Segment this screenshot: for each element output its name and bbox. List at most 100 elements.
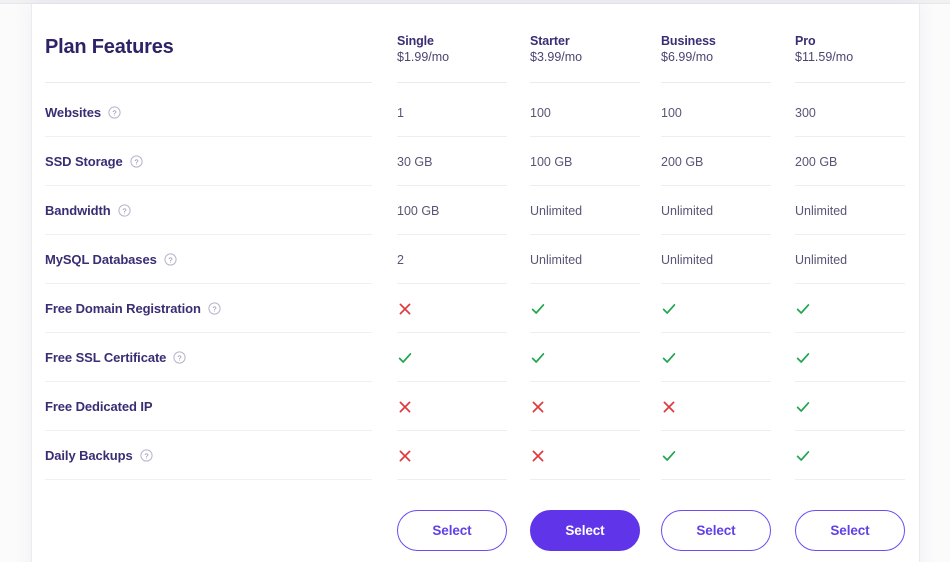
check-icon [661, 350, 677, 366]
feature-label: Free Dedicated IP [45, 399, 153, 414]
feature-label-cell: Free SSL Certificate? [45, 333, 372, 382]
feature-value: Unlimited [661, 203, 714, 218]
feature-value-cell [397, 333, 507, 382]
feature-value-cell: 100 [530, 88, 640, 137]
cross-icon [530, 448, 546, 464]
plan-price: $6.99/mo [661, 50, 714, 64]
feature-value: Unlimited [795, 252, 848, 267]
svg-text:?: ? [178, 353, 182, 362]
feature-label-cell: MySQL Databases? [45, 235, 372, 284]
plan-header-pro: Pro $11.59/mo [795, 34, 910, 65]
header-separator [661, 82, 771, 83]
info-question-icon[interactable]: ? [117, 204, 131, 217]
svg-text:?: ? [134, 157, 138, 166]
feature-value-cell [661, 431, 771, 480]
plan-name: Starter [530, 34, 570, 48]
info-question-icon[interactable]: ? [173, 351, 186, 364]
plan-name: Pro [795, 34, 816, 48]
info-question-icon[interactable]: ? [139, 449, 153, 462]
check-icon [661, 301, 677, 317]
check-icon [795, 448, 811, 464]
feature-label-cell: Daily Backups? [45, 431, 372, 480]
table-row: Daily Backups? [32, 431, 919, 480]
cross-icon [530, 399, 546, 415]
feature-value-cell: 1 [397, 88, 507, 137]
feature-label-cell: SSD Storage? [45, 137, 372, 186]
feature-value-cell: 2 [397, 235, 507, 284]
feature-value-cell: 100 [661, 88, 771, 137]
feature-value-cell: 200 GB [795, 137, 905, 186]
table-row: Websites? 1 100 100 300 [32, 88, 919, 137]
table-row: Free Dedicated IP [32, 382, 919, 431]
feature-value-cell [530, 333, 640, 382]
feature-value-cell: 100 GB [397, 186, 507, 235]
feature-value-cell [661, 382, 771, 431]
header-separator [795, 82, 905, 83]
feature-value: 1 [397, 105, 404, 120]
plan-header-single: Single $1.99/mo [397, 34, 512, 65]
feature-value-cell: 30 GB [397, 137, 507, 186]
header-separator [530, 82, 640, 83]
select-button-single[interactable]: Select [397, 510, 507, 551]
cross-icon [661, 399, 677, 415]
info-question-icon[interactable]: ? [108, 106, 121, 119]
feature-value: 100 GB [530, 154, 573, 169]
feature-label-cell: Free Domain Registration? [45, 284, 372, 333]
check-icon [530, 350, 546, 366]
feature-value: 100 GB [397, 203, 440, 218]
feature-value-cell: 300 [795, 88, 905, 137]
pricing-comparison-page: Plan Features Single $1.99/mo Starter $3.99… [0, 0, 950, 562]
plan-price: $11.59/mo [795, 50, 854, 64]
feature-value-cell: Unlimited [661, 186, 771, 235]
feature-value: 200 GB [795, 154, 838, 169]
check-icon [795, 350, 811, 366]
svg-text:?: ? [168, 255, 172, 264]
feature-label: Daily Backups [45, 448, 133, 463]
feature-label: MySQL Databases [45, 252, 157, 267]
svg-text:?: ? [122, 206, 126, 215]
svg-text:?: ? [112, 108, 116, 117]
select-button-starter[interactable]: Select [530, 510, 640, 551]
feature-value-cell: 200 GB [661, 137, 771, 186]
feature-label-cell: Bandwidth? [45, 186, 372, 235]
row-separator [795, 479, 905, 480]
plan-comparison-card: Plan Features Single $1.99/mo Starter $3.99… [31, 4, 920, 562]
plan-header-starter: Starter $3.99/mo [530, 34, 645, 65]
feature-value: Unlimited [530, 203, 583, 218]
feature-value-cell [661, 333, 771, 382]
check-icon [397, 350, 413, 366]
table-row: MySQL Databases? 2 Unlimited Unlimited Unlim… [32, 235, 919, 284]
select-button-business[interactable]: Select [661, 510, 771, 551]
feature-value: 200 GB [661, 154, 704, 169]
feature-label: Free SSL Certificate [45, 350, 167, 365]
feature-label: SSD Storage [45, 154, 123, 169]
feature-value: 100 [530, 105, 551, 120]
comparison-table: Plan Features Single $1.99/mo Starter $3.99… [32, 4, 919, 562]
feature-value-cell [661, 284, 771, 333]
feature-value: 30 GB [397, 154, 433, 169]
svg-text:?: ? [212, 304, 216, 313]
feature-value: 2 [397, 252, 404, 267]
info-question-icon[interactable]: ? [130, 155, 143, 168]
check-icon [795, 301, 811, 317]
feature-label: Free Domain Registration [45, 301, 201, 316]
cross-icon [397, 399, 413, 415]
table-row: Free SSL Certificate? [32, 333, 919, 382]
feature-value-cell [397, 431, 507, 480]
info-question-icon[interactable]: ? [208, 302, 221, 315]
row-separator [397, 479, 507, 480]
feature-value-cell [397, 382, 507, 431]
table-header-row: Plan Features Single $1.99/mo Starter $3.99… [32, 26, 919, 83]
select-button-pro[interactable]: Select [795, 510, 905, 551]
info-question-icon[interactable]: ? [164, 253, 177, 266]
feature-label-cell: Websites? [45, 88, 372, 137]
feature-value-cell: Unlimited [795, 186, 905, 235]
select-button-row: Select Select Select Select [32, 486, 919, 562]
feature-value-cell [795, 284, 905, 333]
table-row: SSD Storage? 30 GB 100 GB 200 GB 200 GB [32, 137, 919, 186]
feature-value-cell: Unlimited [661, 235, 771, 284]
feature-value: Unlimited [795, 203, 848, 218]
feature-value-cell: Unlimited [795, 235, 905, 284]
plan-name: Single [397, 34, 434, 48]
page-title: Plan Features [45, 36, 174, 58]
